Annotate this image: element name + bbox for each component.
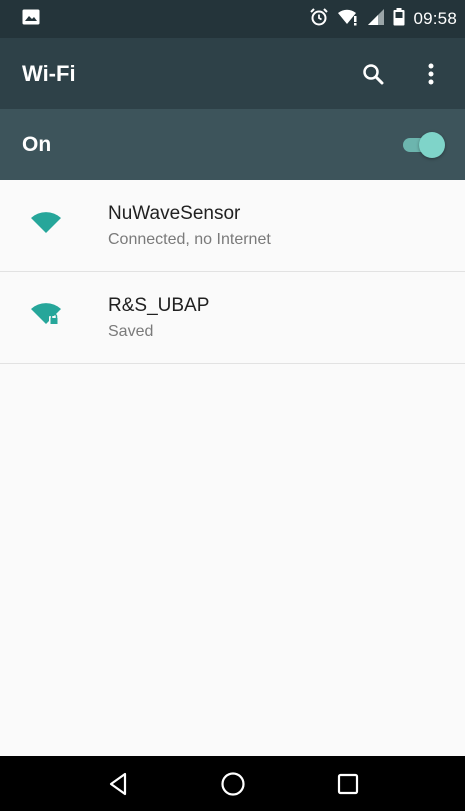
battery-icon <box>393 7 405 31</box>
recents-icon[interactable] <box>323 759 373 809</box>
status-bar: 09:58 <box>0 0 465 38</box>
network-item-nuwavesensor[interactable]: NuWaveSensor Connected, no Internet <box>0 180 465 272</box>
toggle-thumb <box>419 131 445 158</box>
wifi-settings-screen: 09:58 Wi-Fi On NuWaveSensor Connected, n… <box>0 0 465 811</box>
page-title: Wi-Fi <box>22 60 76 86</box>
network-name: NuWaveSensor <box>108 202 241 224</box>
network-status: Saved <box>108 322 154 340</box>
image-notification-icon <box>22 9 40 30</box>
network-list: NuWaveSensor Connected, no Internet R&S_… <box>0 180 465 364</box>
wifi-switch-label: On <box>22 132 52 156</box>
home-icon[interactable] <box>208 759 258 809</box>
wifi-signal-icon <box>30 212 62 239</box>
wifi-master-switch-bar[interactable]: On <box>0 109 465 180</box>
wifi-signal-icon <box>337 8 359 31</box>
wifi-toggle[interactable] <box>403 131 445 158</box>
search-icon[interactable] <box>353 54 393 94</box>
status-time: 09:58 <box>413 9 457 28</box>
network-item-rs-ubap[interactable]: R&S_UBAP Saved <box>0 272 465 364</box>
wifi-signal-secured-icon <box>30 303 62 332</box>
more-vert-icon[interactable] <box>411 54 451 94</box>
app-toolbar: Wi-Fi <box>0 38 465 109</box>
back-icon[interactable] <box>93 759 143 809</box>
network-name: R&S_UBAP <box>108 294 210 316</box>
navigation-bar <box>0 756 465 811</box>
network-status: Connected, no Internet <box>108 230 271 248</box>
cell-signal-icon <box>367 8 385 31</box>
alarm-icon <box>309 7 329 32</box>
